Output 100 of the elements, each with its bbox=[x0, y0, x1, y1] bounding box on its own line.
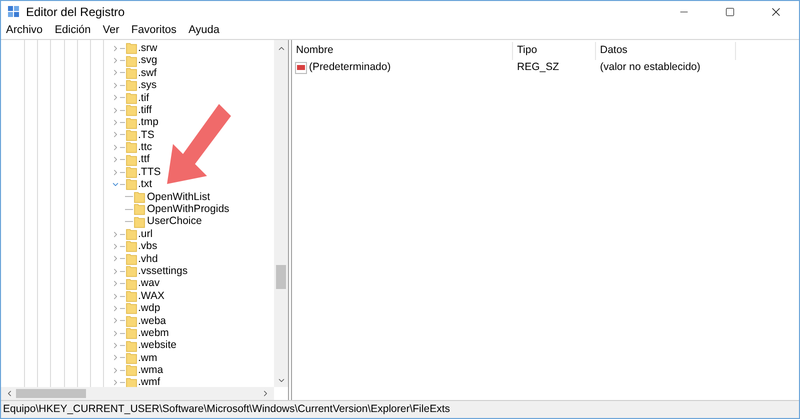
string-value-icon bbox=[295, 62, 307, 74]
folder-icon bbox=[126, 302, 137, 314]
tree-item[interactable]: .wdp bbox=[138, 303, 160, 314]
tree-item[interactable]: .srw bbox=[138, 42, 158, 54]
expander-icon[interactable] bbox=[111, 279, 120, 288]
tree-item[interactable]: .url bbox=[138, 228, 153, 240]
tree-item[interactable]: .swf bbox=[138, 68, 157, 78]
expander-icon[interactable] bbox=[111, 316, 120, 326]
window-title: Editor del Registro bbox=[26, 4, 125, 21]
tree-item[interactable]: .sys bbox=[138, 80, 157, 91]
menu-item[interactable]: Ver bbox=[102, 25, 120, 36]
expander-icon[interactable] bbox=[111, 155, 120, 164]
tree-item[interactable]: .tmp bbox=[138, 117, 158, 128]
tree-item[interactable]: .TS bbox=[138, 130, 154, 140]
folder-icon bbox=[126, 79, 137, 92]
expander-icon[interactable] bbox=[111, 304, 120, 313]
folder-icon bbox=[126, 327, 137, 340]
folder-icon bbox=[134, 216, 145, 228]
tree-item[interactable]: .wm bbox=[138, 352, 158, 364]
expander-icon[interactable] bbox=[111, 230, 120, 239]
value-data: (valor no establecido) bbox=[599, 60, 700, 75]
folder-icon bbox=[134, 203, 145, 216]
tree-item[interactable]: .txt bbox=[138, 179, 152, 190]
expander-icon[interactable] bbox=[111, 353, 120, 362]
tree-item[interactable]: .vbs bbox=[138, 241, 158, 252]
scrollbar-thumb[interactable] bbox=[276, 265, 286, 289]
folder-icon bbox=[126, 352, 137, 364]
expander-icon[interactable] bbox=[111, 93, 120, 102]
folder-icon bbox=[126, 104, 137, 116]
expander-icon[interactable] bbox=[111, 80, 120, 90]
tree-item[interactable]: UserChoice bbox=[147, 216, 202, 227]
tree-item[interactable]: .tiff bbox=[138, 104, 152, 116]
expander-icon[interactable] bbox=[111, 292, 120, 300]
expander-icon[interactable] bbox=[111, 168, 120, 177]
folder-icon bbox=[134, 190, 145, 203]
expander-icon[interactable] bbox=[111, 130, 120, 140]
tree-item[interactable]: .ttc bbox=[138, 142, 152, 153]
scroll-up-icon[interactable] bbox=[276, 44, 286, 53]
tree-item[interactable]: .TTS bbox=[138, 166, 161, 178]
value-type: REG_SZ bbox=[516, 60, 560, 75]
expander-icon[interactable] bbox=[111, 341, 120, 350]
expander-icon[interactable] bbox=[111, 106, 120, 115]
expander-icon[interactable] bbox=[111, 378, 120, 387]
folder-icon bbox=[126, 364, 137, 376]
folder-icon bbox=[126, 178, 137, 190]
folder-icon bbox=[126, 240, 137, 252]
column-header[interactable]: Datos bbox=[596, 42, 736, 60]
tree-item[interactable]: .wma bbox=[138, 365, 164, 376]
scroll-down-icon[interactable] bbox=[276, 376, 286, 385]
folder-icon bbox=[126, 252, 137, 265]
column-header[interactable]: Nombre bbox=[292, 42, 513, 60]
folder-icon bbox=[126, 141, 137, 154]
expander-icon[interactable] bbox=[111, 68, 120, 78]
scrollbar-thumb[interactable] bbox=[16, 389, 86, 398]
menu-item[interactable]: Archivo bbox=[6, 25, 43, 36]
value-name: (Predeterminado) bbox=[309, 60, 391, 75]
tree-item[interactable]: .vhd bbox=[138, 254, 158, 264]
vertical-scrollbar[interactable] bbox=[274, 40, 288, 387]
scroll-left-icon[interactable] bbox=[5, 389, 14, 398]
tree-item[interactable]: .vssettings bbox=[138, 266, 188, 276]
folder-icon bbox=[126, 228, 137, 240]
tree-item[interactable]: .website bbox=[138, 340, 177, 351]
tree-item[interactable]: .webm bbox=[138, 328, 169, 338]
folder-icon bbox=[126, 116, 137, 129]
folder-icon bbox=[126, 154, 137, 166]
folder-icon bbox=[126, 66, 137, 79]
tree-item[interactable]: OpenWithProgids bbox=[147, 204, 230, 215]
maximize-icon bbox=[725, 7, 735, 17]
folder-icon bbox=[126, 92, 137, 104]
expander-icon[interactable] bbox=[111, 328, 120, 338]
expander-icon[interactable] bbox=[111, 118, 120, 128]
tree-item[interactable]: .wav bbox=[138, 278, 160, 289]
tree-item[interactable]: .wmf bbox=[138, 377, 160, 387]
expander-icon[interactable] bbox=[111, 242, 120, 251]
expander-icon[interactable] bbox=[111, 44, 120, 53]
expander-icon[interactable] bbox=[111, 142, 120, 152]
tree-item[interactable]: .weba bbox=[138, 316, 166, 326]
menu-item[interactable]: Favoritos bbox=[131, 25, 177, 36]
expander-icon[interactable] bbox=[111, 366, 120, 375]
menu-item[interactable]: Edición bbox=[54, 25, 91, 36]
expander-icon[interactable] bbox=[111, 254, 120, 264]
tree-item[interactable]: OpenWithList bbox=[147, 192, 210, 202]
horizontal-scrollbar[interactable] bbox=[1, 387, 274, 400]
expander-icon[interactable] bbox=[111, 266, 120, 276]
expander-icon[interactable] bbox=[111, 56, 120, 66]
scroll-right-icon[interactable] bbox=[261, 389, 270, 398]
menu-item[interactable]: Ayuda bbox=[188, 25, 220, 36]
folder-icon bbox=[126, 54, 137, 67]
status-bar: Equipo\HKEY_CURRENT_USER\Software\Microsoft\Windows\CurrentVersion\Explorer\FileExts bbox=[1, 400, 799, 418]
folder-icon bbox=[126, 128, 137, 141]
tree-item[interactable]: .tif bbox=[138, 92, 150, 103]
folder-icon bbox=[126, 42, 137, 54]
tree-item[interactable]: .WAX bbox=[138, 290, 164, 302]
tree-item[interactable]: .svg bbox=[138, 55, 158, 66]
folder-icon bbox=[126, 340, 137, 352]
tree-item[interactable]: .ttf bbox=[138, 154, 150, 165]
registry-icon bbox=[7, 5, 21, 19]
folder-icon bbox=[126, 290, 137, 302]
column-header[interactable]: Tipo bbox=[513, 42, 596, 60]
folder-icon bbox=[126, 265, 137, 278]
